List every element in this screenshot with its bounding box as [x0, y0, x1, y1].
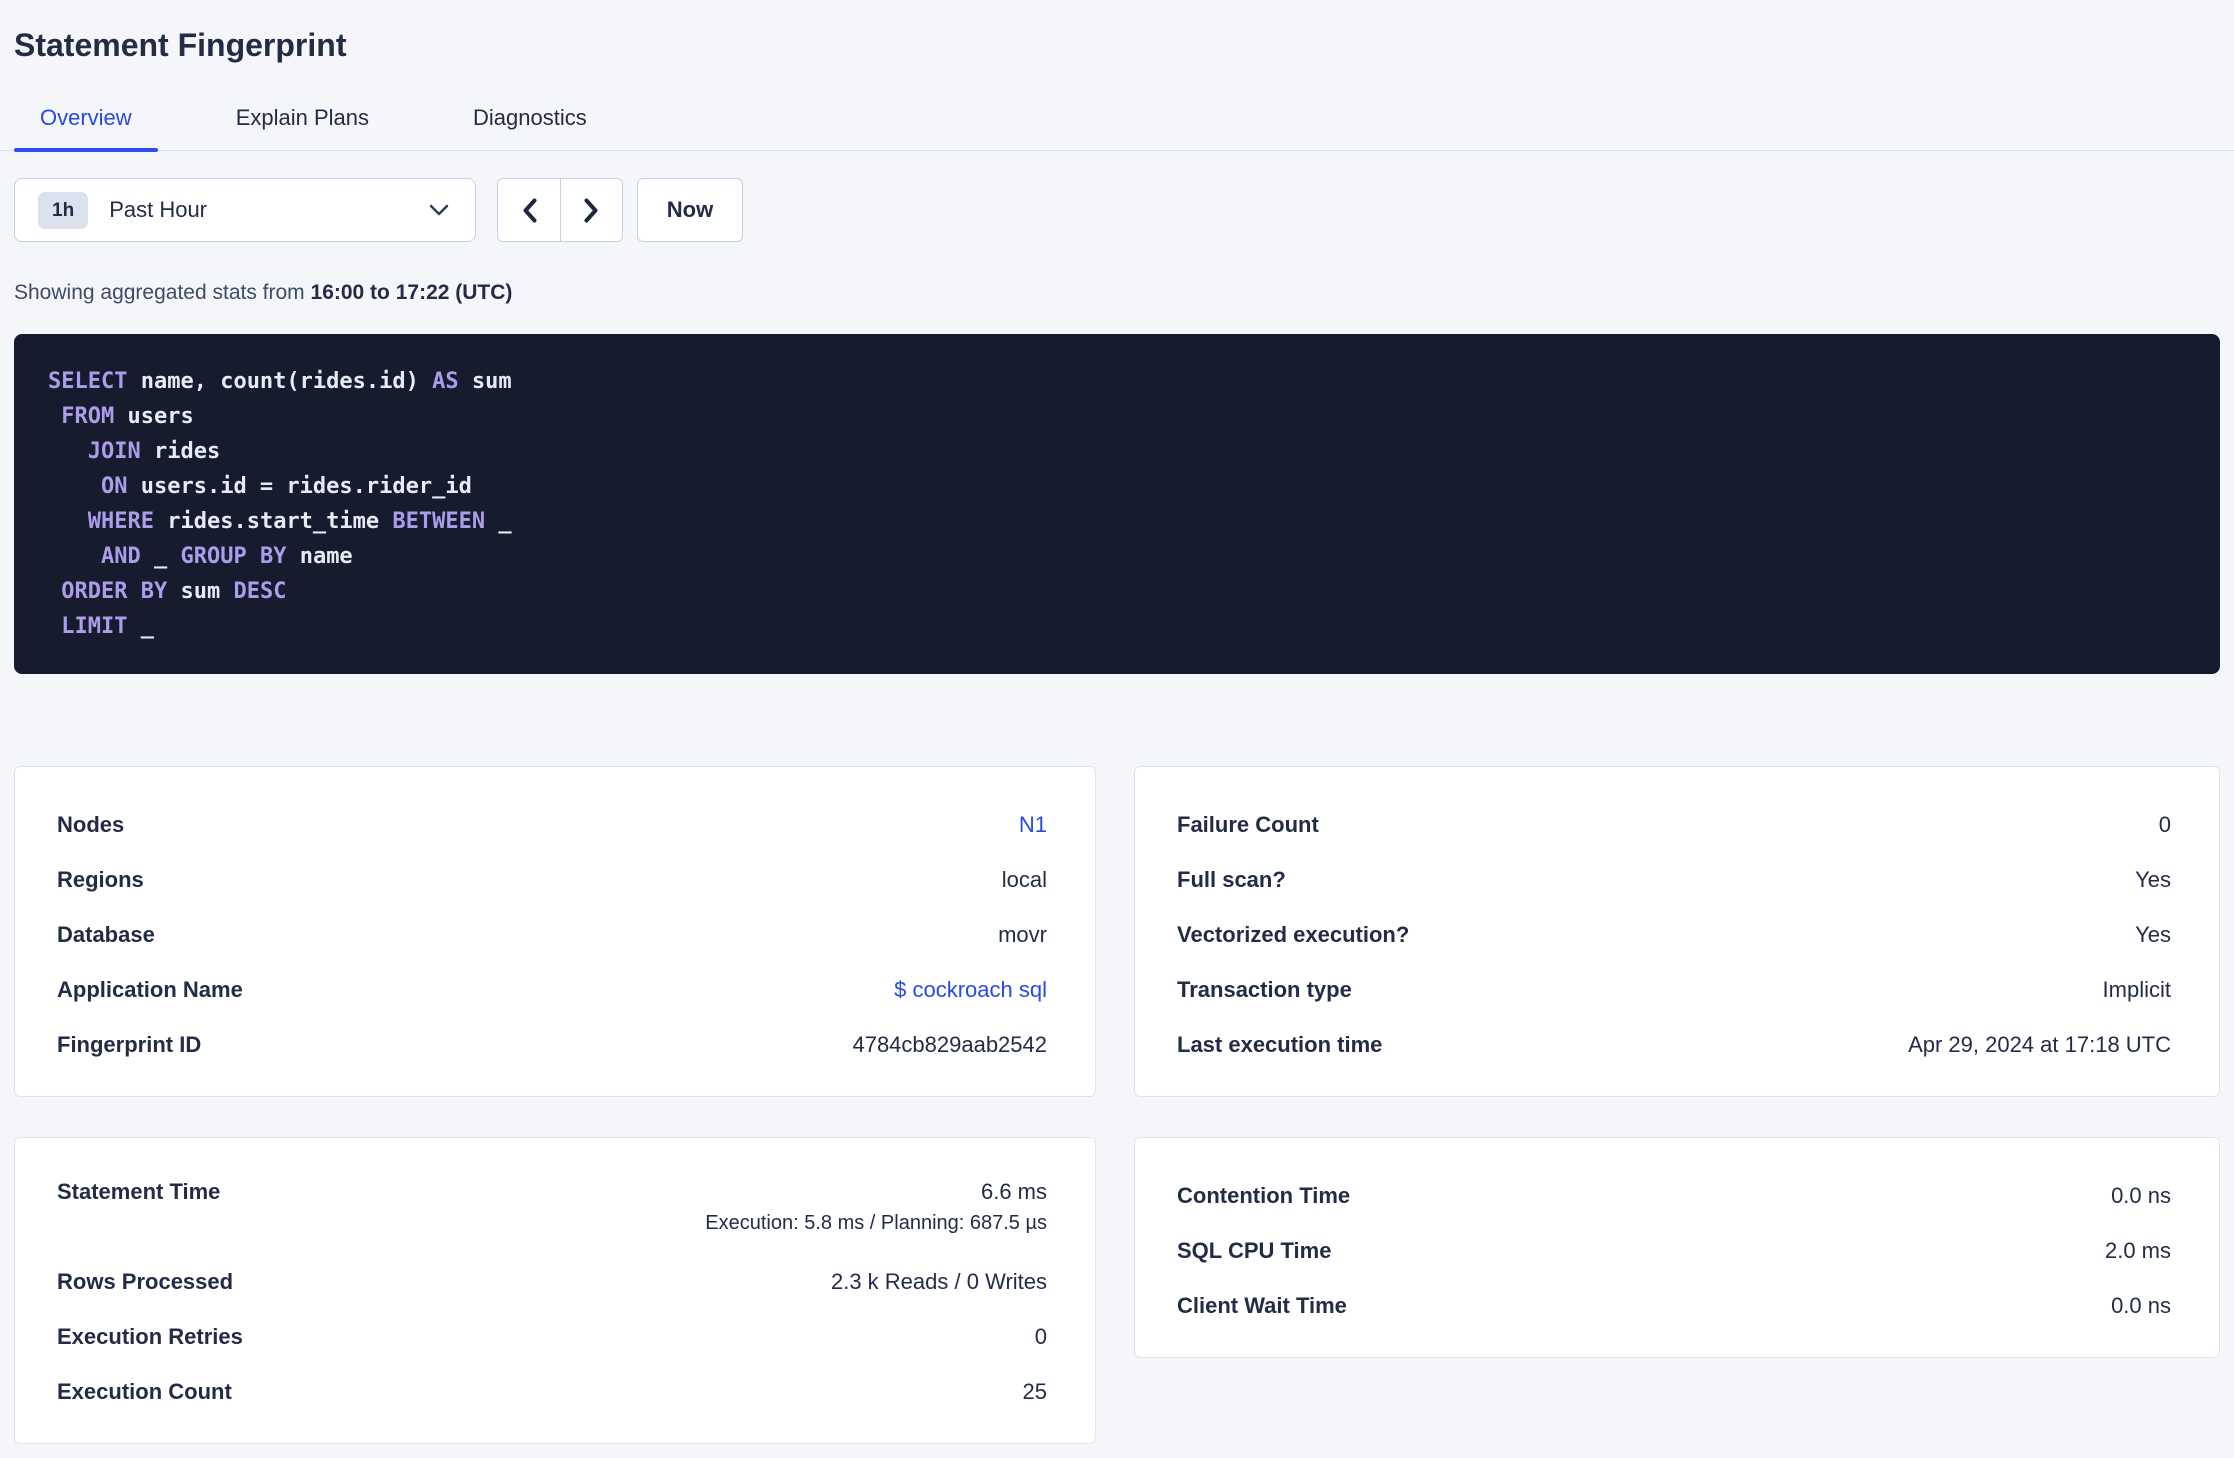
kv-value: Yes: [2135, 921, 2171, 947]
kv-row: Full scan? Yes: [1177, 852, 2171, 907]
kv-row: Fingerprint ID 4784cb829aab2542: [57, 1017, 1047, 1072]
aggregated-stats-prefix: Showing aggregated stats from: [14, 281, 311, 305]
aggregated-stats-text: Showing aggregated stats from 16:00 to 1…: [14, 280, 2220, 306]
sql-statement-box: SELECT name, count(rides.id) AS sum FROM…: [14, 334, 2220, 675]
timing-card-right: Contention Time 0.0 ns SQL CPU Time 2.0 ms C…: [1134, 1137, 2220, 1359]
kv-sub-value: Execution: 5.8 ms / Planning: 687.5 µs: [705, 1212, 1047, 1235]
kv-value: 0.0 ns: [2111, 1182, 2171, 1208]
kv-row: Execution Count 25: [57, 1364, 1047, 1419]
kv-row: Statement Time 6.6 ms Execution: 5.8 ms / …: [57, 1168, 1047, 1254]
kv-value: 2.0 ms: [2104, 1237, 2171, 1263]
kv-value: 0.0 ns: [2111, 1292, 2171, 1318]
kv-label: Failure Count: [1177, 811, 1319, 837]
kv-label: Fingerprint ID: [57, 1031, 202, 1057]
page-title: Statement Fingerprint: [14, 27, 347, 63]
tab-bar: Overview Explain Plans Diagnostics: [0, 104, 2234, 153]
kv-label: Contention Time: [1177, 1182, 1351, 1208]
kv-row: Nodes N1: [57, 797, 1047, 852]
sql-line: ON users.id = rides.rider_id: [100, 474, 472, 500]
kv-label: Execution Retries: [57, 1323, 243, 1349]
kv-value: Implicit: [2102, 976, 2171, 1002]
kv-row: Transaction type Implicit: [1177, 962, 2171, 1017]
kv-value: local: [1001, 866, 1047, 892]
statement-fingerprint-page: Statement Fingerprint Overview Explain P…: [0, 0, 2234, 1458]
kv-label: Execution Count: [57, 1378, 232, 1404]
kv-row: Last execution time Apr 29, 2024 at 17:18…: [1177, 1017, 2171, 1072]
sql-line: SELECT name, count(rides.id) AS sum: [48, 369, 512, 395]
time-range-badge: 1h: [38, 191, 89, 229]
kv-label: Statement Time: [57, 1179, 221, 1205]
kv-value: 0: [2158, 811, 2171, 837]
sql-line: JOIN rides: [87, 439, 221, 465]
kv-row: Database movr: [57, 907, 1047, 962]
kv-row: Regions local: [57, 852, 1047, 907]
chevron-right-icon: [583, 197, 600, 224]
tab-explain-plans[interactable]: Explain Plans: [210, 104, 395, 150]
next-time-button[interactable]: [560, 179, 622, 242]
sql-line: FROM users: [61, 404, 194, 430]
chevron-left-icon: [521, 197, 538, 224]
tab-diagnostics[interactable]: Diagnostics: [447, 104, 613, 150]
kv-value: movr: [998, 921, 1047, 947]
kv-value: Apr 29, 2024 at 17:18 UTC: [1908, 1031, 2171, 1057]
aggregated-stats-range: 16:00 to 17:22 (UTC): [310, 281, 513, 305]
kv-label: Client Wait Time: [1177, 1292, 1347, 1318]
kv-row: Contention Time 0.0 ns: [1177, 1168, 2171, 1223]
tab-overview[interactable]: Overview: [14, 104, 158, 153]
kv-value: 2.3 k Reads / 0 Writes: [830, 1268, 1047, 1294]
kv-row: Vectorized execution? Yes: [1177, 907, 2171, 962]
kv-label: Regions: [57, 866, 144, 892]
kv-value: 6.6 ms: [980, 1179, 1047, 1205]
summary-card-right: Failure Count 0 Full scan? Yes Vectorized ex…: [1134, 766, 2220, 1098]
kv-row: Execution Retries 0: [57, 1309, 1047, 1364]
kv-label: Database: [57, 921, 155, 947]
kv-link[interactable]: N1: [1019, 812, 1047, 838]
kv-row: Application Name $ cockroach sql: [57, 962, 1047, 1017]
sql-line: LIMIT _: [61, 614, 154, 640]
time-range-label: Past Hour: [109, 197, 208, 223]
kv-value: 25: [1022, 1378, 1047, 1404]
kv-link[interactable]: $ cockroach sql: [894, 977, 1047, 1003]
kv-label: Last execution time: [1177, 1031, 1383, 1057]
kv-row: SQL CPU Time 2.0 ms: [1177, 1223, 2171, 1278]
kv-row: Rows Processed 2.3 k Reads / 0 Writes: [57, 1254, 1047, 1309]
previous-time-button[interactable]: [498, 179, 560, 242]
kv-label: Full scan?: [1177, 866, 1286, 892]
kv-label: Vectorized execution?: [1177, 921, 1410, 947]
summary-card-left: Nodes N1 Regions local Database movr Applicati…: [14, 766, 1096, 1098]
cards-grid: Nodes N1 Regions local Database movr Applicati…: [14, 766, 2220, 1445]
timing-card-left: Statement Time 6.6 ms Execution: 5.8 ms / …: [14, 1137, 1096, 1445]
sql-line: ORDER BY sum DESC: [61, 579, 287, 605]
kv-value-group: 6.6 ms Execution: 5.8 ms / Planning: 687.…: [705, 1179, 1047, 1235]
kv-label: Nodes: [57, 811, 125, 837]
time-controls: 1h Past Hour Now: [14, 178, 2220, 243]
kv-label: Application Name: [57, 976, 243, 1002]
kv-value: Yes: [2135, 866, 2171, 892]
kv-value: 4784cb829aab2542: [852, 1031, 1047, 1057]
kv-label: SQL CPU Time: [1177, 1237, 1332, 1263]
now-button[interactable]: Now: [637, 178, 743, 243]
kv-row: Failure Count 0: [1177, 797, 2171, 852]
time-step-button-group: [497, 178, 623, 243]
kv-label: Rows Processed: [57, 1268, 234, 1294]
kv-value: 0: [1034, 1323, 1047, 1349]
sql-line: AND _ GROUP BY name: [100, 544, 353, 570]
time-range-dropdown[interactable]: 1h Past Hour: [14, 178, 476, 243]
sql-line: WHERE rides.start_time BETWEEN _: [87, 509, 512, 535]
kv-row: Client Wait Time 0.0 ns: [1177, 1278, 2171, 1333]
chevron-down-icon: [429, 204, 449, 216]
kv-label: Transaction type: [1177, 976, 1352, 1002]
